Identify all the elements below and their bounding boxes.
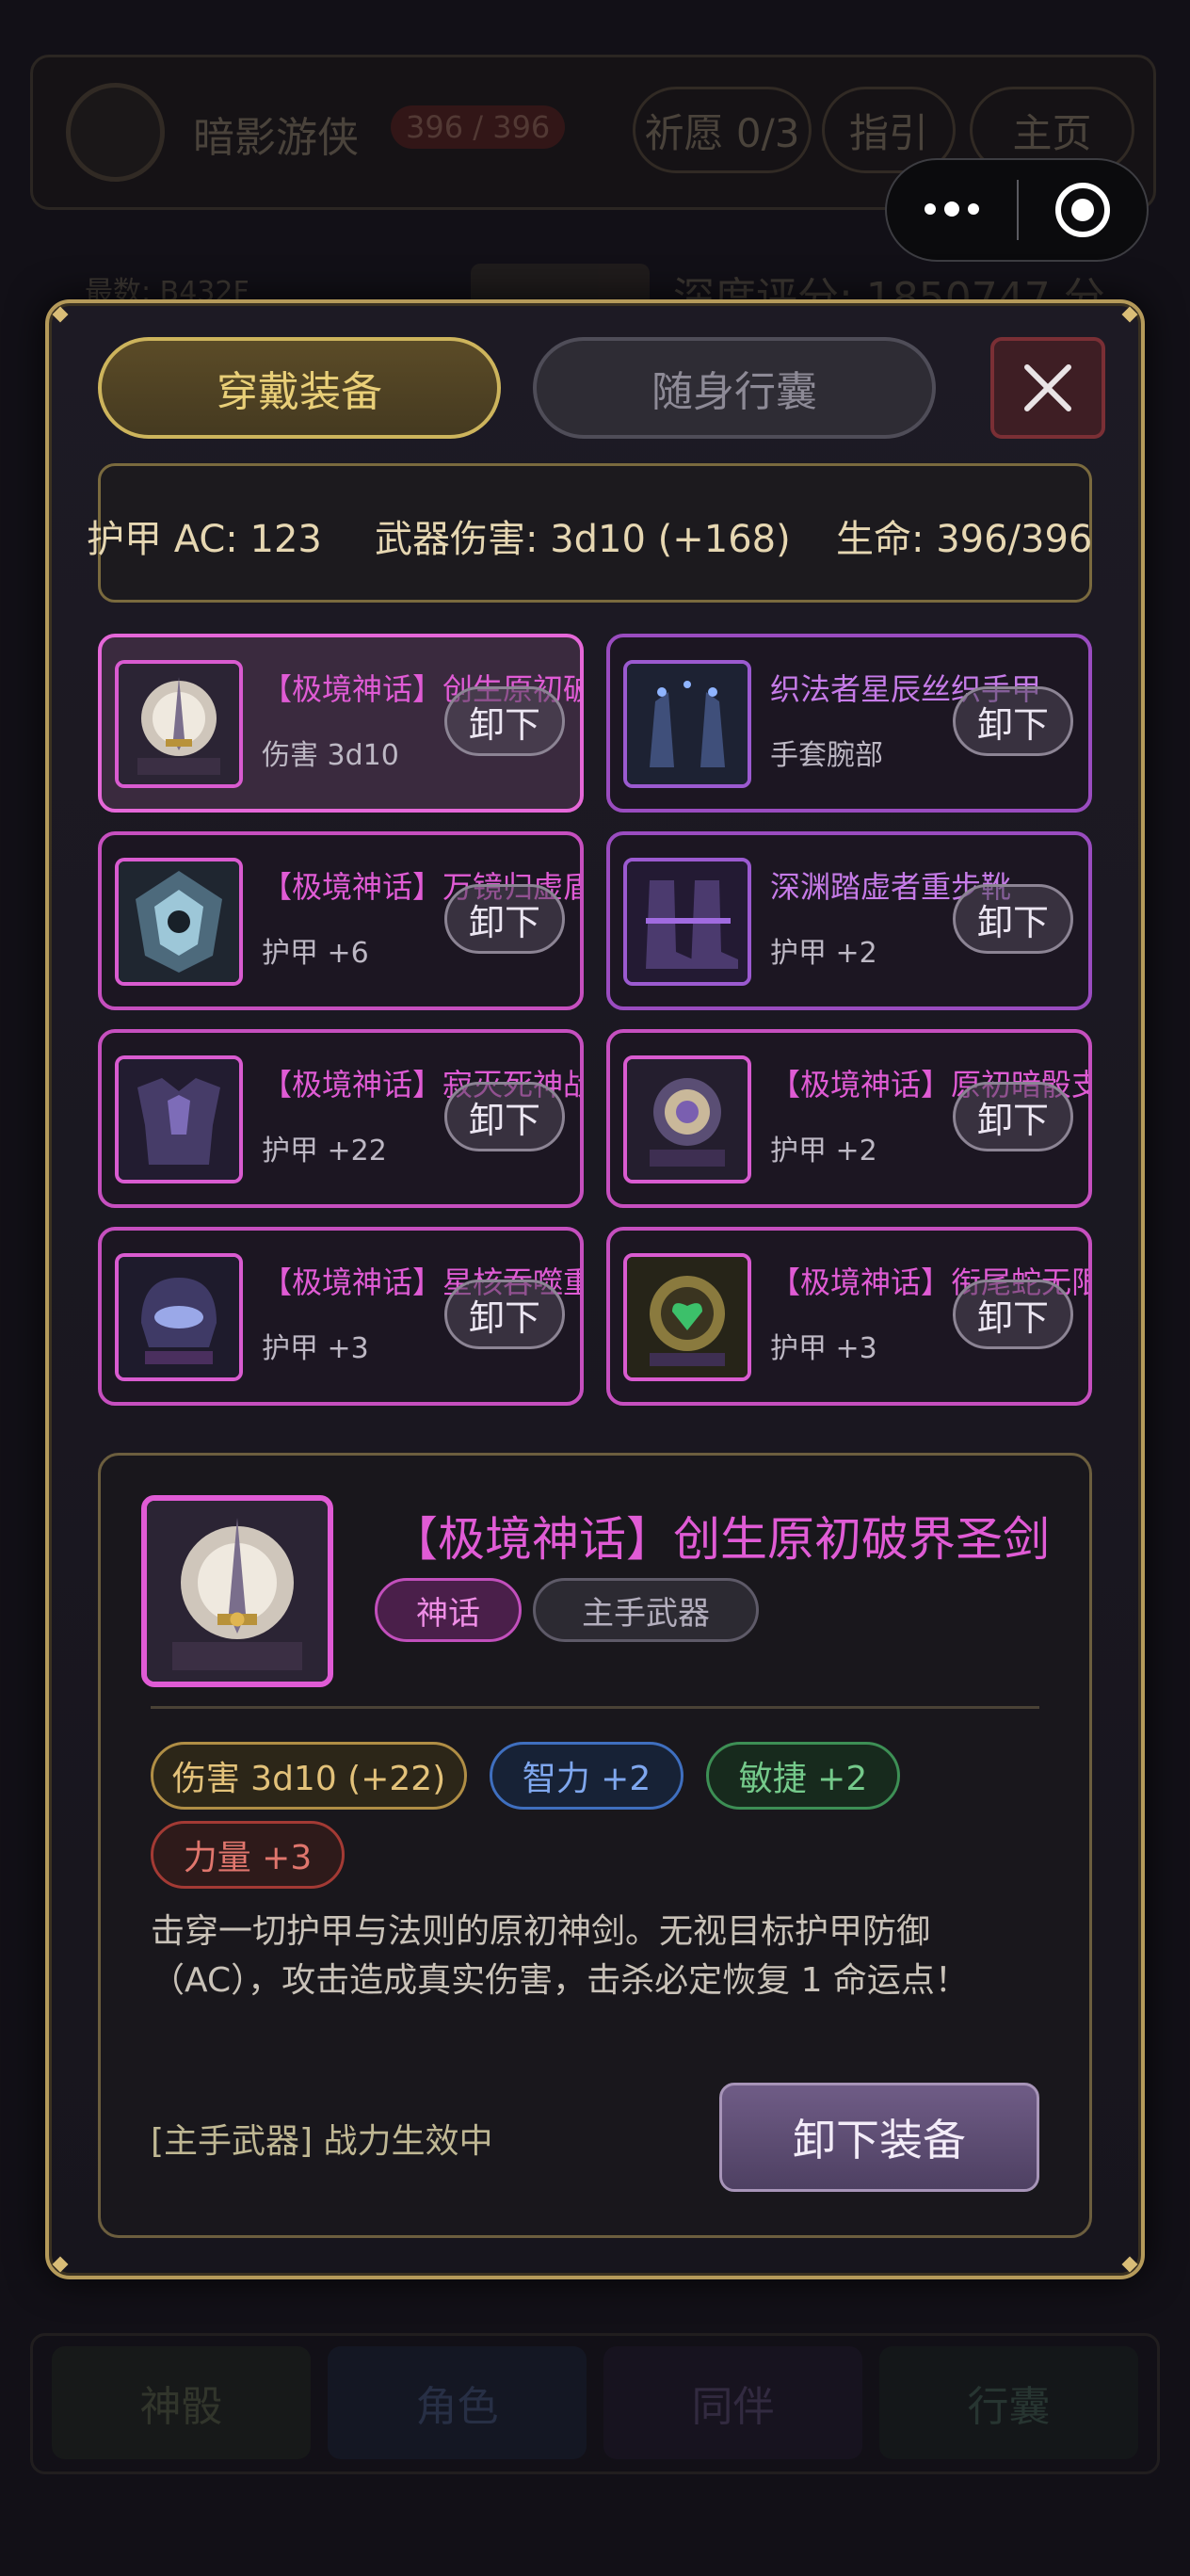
ring-icon — [623, 1055, 751, 1183]
slot-stat: 伤害 3d10 — [262, 739, 399, 772]
unequip-button[interactable]: 卸下 — [953, 884, 1073, 954]
life-stat: 生命: 396/396 — [836, 518, 1093, 561]
wish-button: 祈愿 0/3 — [633, 87, 812, 173]
slot-stat: 护甲 +2 — [770, 937, 877, 970]
unequip-button[interactable]: 卸下 — [444, 686, 565, 756]
corner-ornament — [52, 2256, 69, 2273]
armor-stat: 护甲 AC: 123 — [87, 518, 322, 561]
weapon-damage-stat: 武器伤害: 3d10 (+168) — [375, 518, 791, 561]
stat-chip-agility: 敏捷 +2 — [706, 1742, 900, 1810]
sword-orb-icon — [141, 1495, 333, 1687]
corner-ornament — [52, 306, 69, 323]
unequip-button[interactable]: 卸下 — [953, 1280, 1073, 1349]
mini-program-capsule — [885, 158, 1149, 262]
slot-stat: 护甲 +6 — [262, 937, 369, 970]
equip-slot-gloves[interactable]: 织法者星辰丝织手甲 手套腕部 卸下 — [606, 634, 1092, 813]
stat-chip-strength: 力量 +3 — [151, 1821, 345, 1889]
tab-equipped[interactable]: 穿戴装备 — [98, 337, 501, 439]
equip-slot-shield[interactable]: 【极境神话】万镜归虚盾 护甲 +6 卸下 — [98, 831, 584, 1010]
armor-icon — [115, 1055, 243, 1183]
nav-character: 角色 — [328, 2346, 587, 2459]
equip-status: [主手武器] 战力生效中 — [151, 2122, 493, 2161]
sword-orb-icon — [115, 660, 243, 788]
unequip-button[interactable]: 卸下 — [953, 1082, 1073, 1151]
nav-bag: 行囊 — [879, 2346, 1138, 2459]
shield-icon — [115, 858, 243, 986]
player-name: 暗影游侠 — [193, 114, 359, 162]
rarity-tag: 神话 — [375, 1578, 522, 1642]
equip-slot-armor[interactable]: 【极境神话】寂灭死神战甲 护甲 +22 卸下 — [98, 1029, 584, 1208]
item-title: 【极境神话】创生原初破界圣剑 — [391, 1512, 1050, 1567]
unequip-button[interactable]: 卸下 — [444, 1082, 565, 1151]
amulet-icon — [623, 1253, 751, 1381]
slot-stat: 护甲 +2 — [770, 1135, 877, 1167]
nav-companion: 同伴 — [603, 2346, 862, 2459]
item-description: 击穿一切护甲与法则的原初神剑。无视目标护甲防御（AC），攻击造成真实伤害，击杀必… — [151, 1912, 969, 2000]
close-button[interactable] — [990, 337, 1105, 439]
slot-stat: 护甲 +22 — [262, 1135, 387, 1167]
target-ring-icon[interactable] — [1019, 183, 1147, 237]
boots-icon — [623, 858, 751, 986]
stat-chip-intelligence: 智力 +2 — [490, 1742, 683, 1810]
unequip-button[interactable]: 卸下 — [444, 1280, 565, 1349]
equip-slot-weapon[interactable]: 【极境神话】创生原初破界圣剑 伤害 3d10 卸下 — [98, 634, 584, 813]
equip-slot-ring[interactable]: 【极境神话】原初暗骰支配指环 护甲 +2 卸下 — [606, 1029, 1092, 1208]
equip-slot-helmet[interactable]: 【极境神话】星核吞噬重冠 护甲 +3 卸下 — [98, 1227, 584, 1406]
tab-backpack[interactable]: 随身行囊 — [533, 337, 936, 439]
stat-chip-damage: 伤害 3d10 (+22) — [151, 1742, 467, 1810]
avatar — [66, 83, 165, 182]
corner-ornament — [1121, 2256, 1138, 2273]
slot-type-tag: 主手武器 — [533, 1578, 759, 1642]
gauntlet-icon — [623, 660, 751, 788]
corner-ornament — [1121, 306, 1138, 323]
slot-stat: 护甲 +3 — [262, 1332, 369, 1365]
equip-slot-amulet[interactable]: 【极境神话】衔尾蛇无限因果坠 护甲 +3 卸下 — [606, 1227, 1092, 1406]
unequip-button[interactable]: 卸下 — [444, 884, 565, 954]
hp-badge: 396 / 396 — [391, 105, 566, 149]
close-icon — [1024, 364, 1071, 411]
equip-slot-boots[interactable]: 深渊踏虚者重步靴 护甲 +2 卸下 — [606, 831, 1092, 1010]
nav-dice: 神骰 — [52, 2346, 311, 2459]
helmet-icon — [115, 1253, 243, 1381]
slot-stat: 护甲 +3 — [770, 1332, 877, 1365]
unequip-equipment-button[interactable]: 卸下装备 — [719, 2083, 1039, 2192]
divider — [151, 1706, 1039, 1709]
slot-stat: 手套腕部 — [770, 739, 883, 772]
more-dots-icon[interactable] — [887, 201, 1017, 217]
unequip-button[interactable]: 卸下 — [953, 686, 1073, 756]
